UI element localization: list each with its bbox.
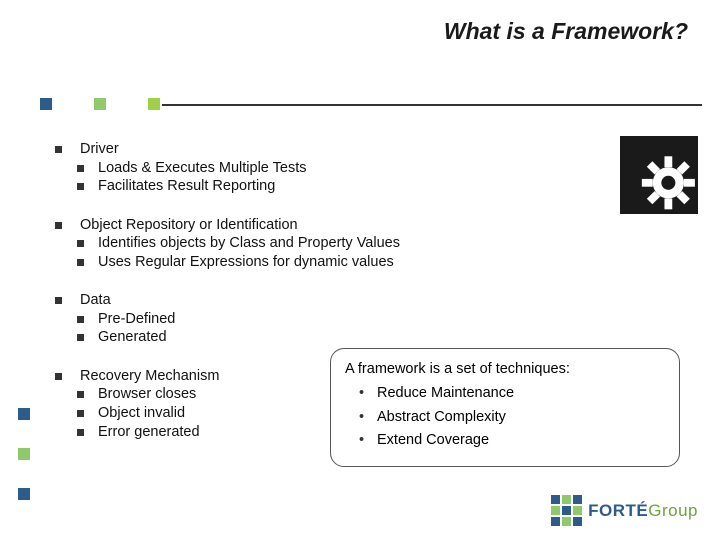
bullet-label: Recovery Mechanism <box>80 367 219 386</box>
sub-label: Uses Regular Expressions for dynamic val… <box>98 253 394 272</box>
callout-box: A framework is a set of techniques: •Red… <box>330 348 680 467</box>
deco-square <box>94 98 106 110</box>
sub-label: Object invalid <box>98 404 185 423</box>
sub-label: Browser closes <box>98 385 196 404</box>
bullet-icon <box>77 334 84 341</box>
sub-label: Facilitates Result Reporting <box>98 177 275 196</box>
bullet-icon <box>55 222 62 229</box>
bullet-icon <box>77 165 84 172</box>
logo-text: FORTÉGroup <box>588 501 698 521</box>
callout-heading: A framework is a set of techniques: <box>345 359 665 381</box>
deco-square <box>148 98 160 110</box>
bullet-icon <box>77 259 84 266</box>
dot-icon: • <box>359 430 377 452</box>
deco-square <box>18 448 30 460</box>
title-rule <box>162 104 702 106</box>
bullet-label: Data <box>80 291 111 310</box>
bullet-icon <box>55 146 62 153</box>
logo-brand2: Group <box>648 501 698 520</box>
sub-label: Identifies objects by Class and Property… <box>98 234 400 253</box>
callout-point: Abstract Complexity <box>377 407 506 429</box>
gear-icon <box>620 136 698 214</box>
brand-logo: FORTÉGroup <box>551 495 698 526</box>
dot-icon: • <box>359 407 377 429</box>
sub-label: Generated <box>98 328 167 347</box>
logo-mark <box>551 495 582 526</box>
logo-brand1: FORTÉ <box>588 501 648 520</box>
sub-label: Error generated <box>98 423 200 442</box>
bullet-data: Data Pre-Defined Generated <box>55 291 655 347</box>
deco-square <box>18 408 30 420</box>
dot-icon: • <box>359 383 377 405</box>
bullet-icon <box>55 297 62 304</box>
slide-title: What is a Framework? <box>444 18 688 45</box>
sub-label: Pre-Defined <box>98 310 175 329</box>
sub-label: Loads & Executes Multiple Tests <box>98 159 306 178</box>
bullet-icon <box>77 429 84 436</box>
deco-square <box>40 98 52 110</box>
callout-point: Extend Coverage <box>377 430 489 452</box>
bullet-icon <box>77 391 84 398</box>
deco-square <box>18 488 30 500</box>
bullet-icon <box>77 240 84 247</box>
bullet-label: Driver <box>80 140 119 159</box>
bullet-icon <box>77 316 84 323</box>
bullet-icon <box>55 373 62 380</box>
bullet-repo: Object Repository or Identification Iden… <box>55 216 655 272</box>
callout-point: Reduce Maintenance <box>377 383 514 405</box>
bullet-icon <box>77 410 84 417</box>
bullet-driver: Driver Loads & Executes Multiple Tests F… <box>55 140 655 196</box>
bullet-icon <box>77 183 84 190</box>
bullet-label: Object Repository or Identification <box>80 216 298 235</box>
